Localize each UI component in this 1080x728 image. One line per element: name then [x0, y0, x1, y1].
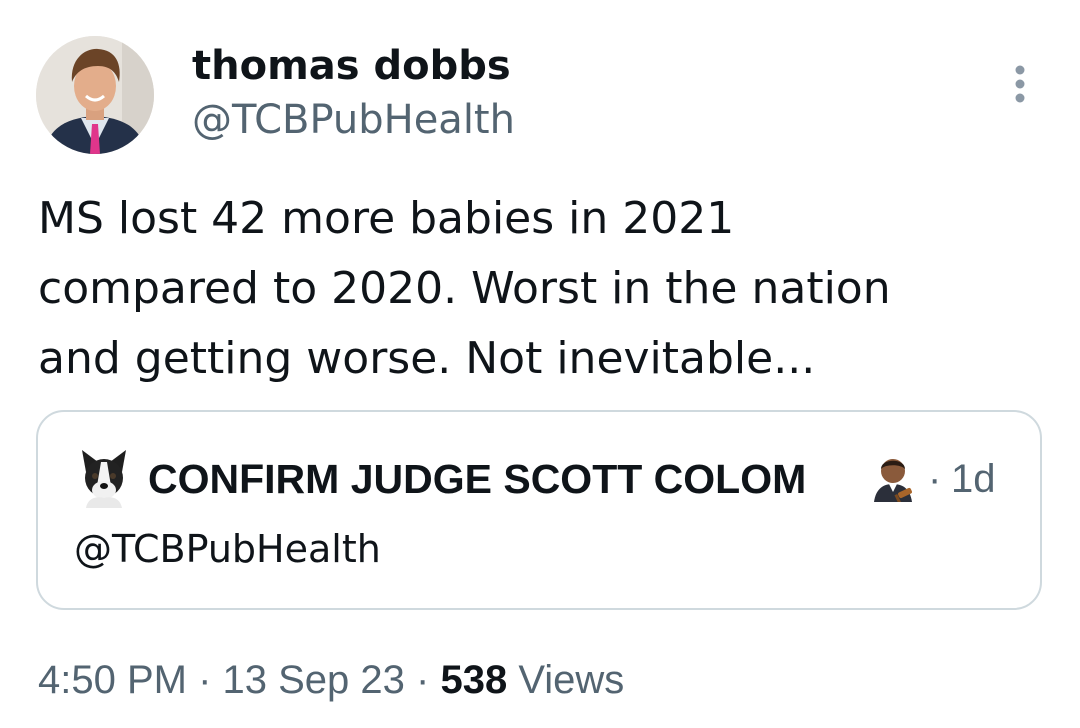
- tweet-time[interactable]: 4:50 PM: [38, 658, 187, 702]
- author-display-name[interactable]: thomas dobbs: [192, 40, 511, 92]
- quoted-timestamp[interactable]: 1d: [951, 454, 996, 504]
- quoted-author-avatar[interactable]: [74, 448, 134, 508]
- more-options-button[interactable]: [1000, 60, 1040, 108]
- quoted-tweet-card[interactable]: CONFIRM JUDGE SCOTT COLOM · 1d @TCBPubHe…: [36, 410, 1042, 610]
- more-vertical-icon: [1015, 65, 1025, 103]
- tweet-text-line: MS lost 42 more babies in 2021: [38, 193, 735, 244]
- views-count[interactable]: 538: [440, 658, 507, 702]
- author-avatar[interactable]: [36, 36, 154, 154]
- tweet-text-line: and getting worse. Not inevitable...: [38, 333, 816, 384]
- judge-emoji-icon: [868, 452, 918, 504]
- meta-separator: ·: [404, 658, 441, 702]
- tweet-date[interactable]: 13 Sep 23: [223, 658, 405, 702]
- author-handle[interactable]: @TCBPubHealth: [192, 94, 515, 146]
- quoted-separator: ·: [928, 457, 942, 501]
- quoted-handle[interactable]: @TCBPubHealth: [74, 524, 381, 574]
- boston-terrier-dog-icon: [74, 448, 134, 508]
- tweet-text: MS lost 42 more babies in 2021 compared …: [38, 184, 1038, 394]
- tweet-text-line: compared to 2020. Worst in the nation: [38, 263, 891, 314]
- profile-photo-icon: [36, 36, 154, 154]
- meta-separator: ·: [186, 658, 223, 702]
- tweet-meta: 4:50 PM · 13 Sep 23 · 538 Views: [38, 654, 624, 706]
- views-label[interactable]: Views: [507, 658, 624, 702]
- quoted-display-name[interactable]: CONFIRM JUDGE SCOTT COLOM: [148, 454, 806, 504]
